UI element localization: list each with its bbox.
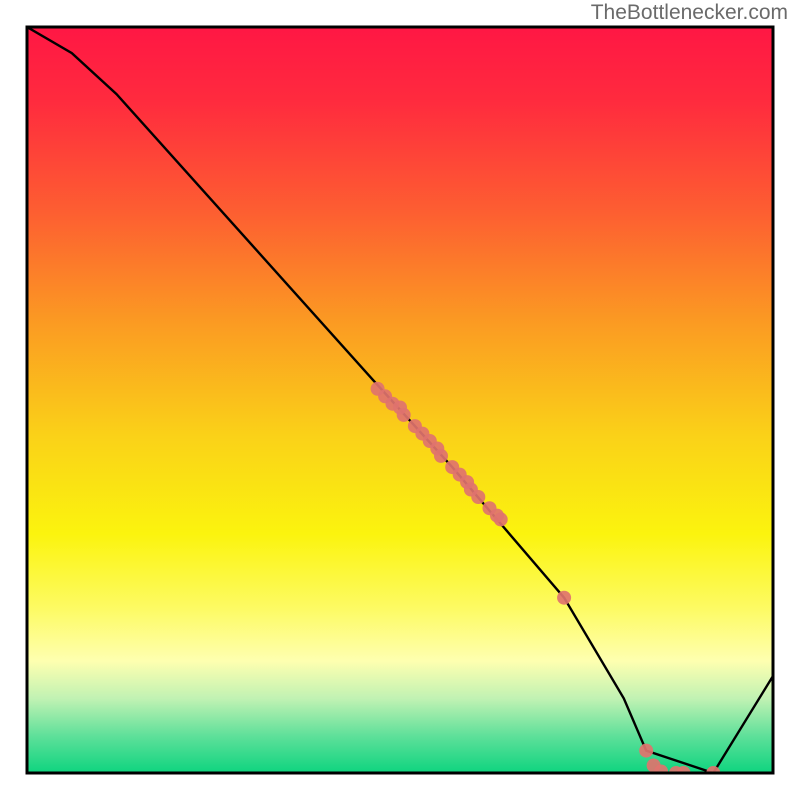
data-point bbox=[494, 512, 508, 526]
data-point bbox=[397, 408, 411, 422]
attribution-label: TheBottlenecker.com bbox=[591, 1, 788, 25]
chart-container: TheBottlenecker.com bbox=[0, 0, 800, 800]
data-point bbox=[471, 490, 485, 504]
data-point bbox=[434, 449, 448, 463]
chart-svg bbox=[0, 0, 800, 800]
data-point bbox=[639, 744, 653, 758]
plot-background bbox=[27, 27, 773, 773]
data-point bbox=[557, 591, 571, 605]
